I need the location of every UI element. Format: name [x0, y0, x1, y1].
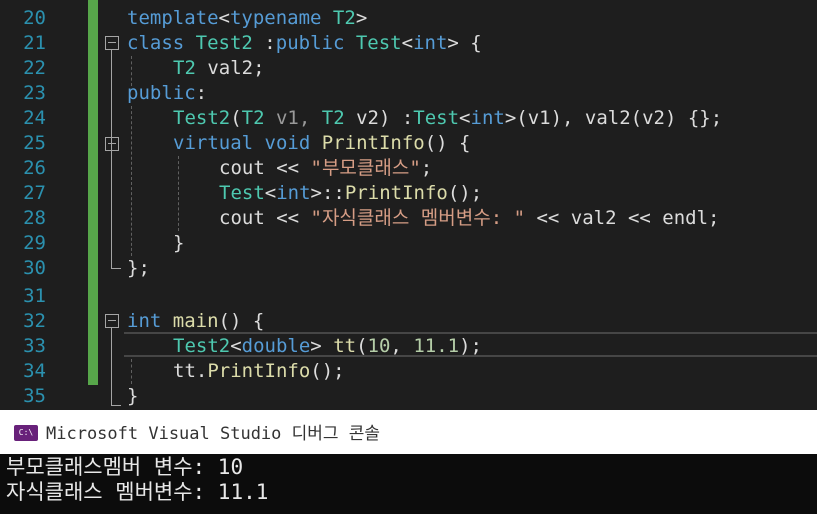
console-title: Microsoft Visual Studio 디버그 콘솔 [46, 424, 381, 444]
line-number: 34 [23, 360, 46, 382]
code-line-27[interactable]: Test<int>::PrintInfo(); [219, 181, 482, 206]
line-number-gutter: 20 21 22 23 24 25 26 27 28 29 30 31 32 3… [0, 0, 88, 410]
line-number: 26 [23, 157, 46, 179]
line-number: 23 [23, 82, 46, 104]
line-number: 24 [23, 107, 46, 129]
console-app-icon: C:\ [14, 425, 38, 441]
code-line-23[interactable]: public: [127, 81, 207, 106]
indent-guide [131, 106, 132, 256]
code-line-26[interactable]: cout << "부모클래스"; [219, 156, 432, 181]
line-number: 27 [23, 182, 46, 204]
code-line-34[interactable]: tt.PrintInfo(); [173, 359, 345, 384]
line-number: 29 [23, 232, 46, 254]
fold-region-end [111, 268, 121, 269]
code-line-25[interactable]: virtual void PrintInfo() { [173, 131, 470, 156]
console-output-line: 자식클래스 멤버변수: 11.1 [6, 480, 269, 504]
fold-region-end [111, 405, 121, 406]
fold-region-line [111, 328, 112, 405]
console-output-area[interactable]: 부모클래스멤버 변수: 10 자식클래스 멤버변수: 11.1 [0, 454, 817, 514]
line-number: 30 [23, 257, 46, 279]
line-number: 32 [23, 310, 46, 332]
line-number: 35 [23, 385, 46, 407]
change-indicator-bar [88, 0, 98, 385]
fold-region-line [111, 50, 112, 268]
indent-guide [178, 156, 179, 231]
code-line-32[interactable]: int main() { [127, 309, 264, 334]
line-number: 25 [23, 132, 46, 154]
line-number: 31 [23, 285, 46, 307]
line-number: 21 [23, 32, 46, 54]
collapse-main-icon[interactable] [105, 314, 119, 328]
line-number: 20 [23, 7, 46, 29]
code-line-24[interactable]: Test2(T2 v1, T2 v2) :Test<int>(v1), val2… [173, 106, 722, 131]
code-line-20[interactable]: template<typename T2> [127, 6, 367, 31]
line-number: 22 [23, 57, 46, 79]
collapse-class-icon[interactable] [105, 36, 119, 50]
code-editor[interactable]: 20 21 22 23 24 25 26 27 28 29 30 31 32 3… [0, 0, 817, 410]
indent-guide [131, 359, 132, 384]
code-line-30[interactable]: }; [127, 256, 150, 281]
code-line-35[interactable]: } [127, 384, 138, 409]
code-line-28[interactable]: cout << "자식클래스 멤버변수: " << val2 << endl; [219, 206, 720, 231]
code-line-22[interactable]: T2 val2; [173, 56, 265, 81]
code-line-33[interactable]: Test2<double> tt(10, 11.1); [173, 334, 482, 359]
code-line-21[interactable]: class Test2 :public Test<int> { [127, 31, 482, 56]
collapse-function-icon[interactable] [105, 137, 119, 151]
line-number: 33 [23, 335, 46, 357]
code-line-29[interactable]: } [173, 231, 184, 256]
line-number: 28 [23, 207, 46, 229]
console-output-line: 부모클래스멤버 변수: 10 [6, 455, 244, 479]
